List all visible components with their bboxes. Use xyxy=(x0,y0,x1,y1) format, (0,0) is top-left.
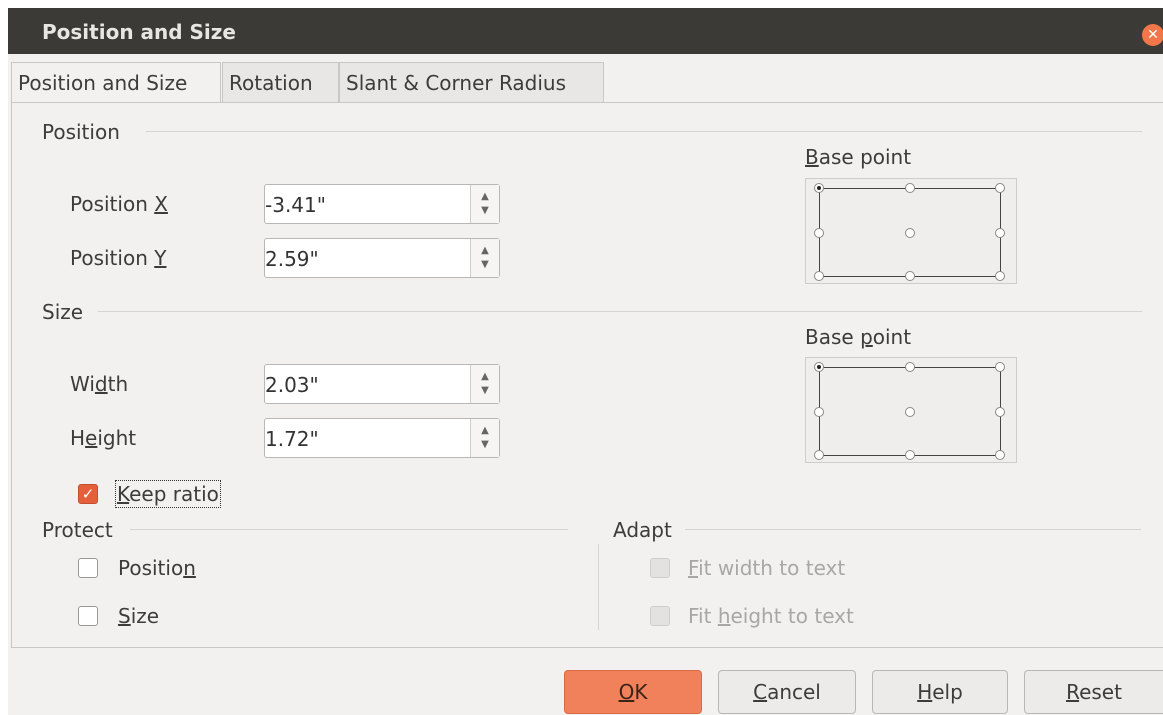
height-spinner[interactable]: 1.72" ▲ ▼ xyxy=(264,418,500,458)
protect-position-checkbox[interactable] xyxy=(78,558,98,578)
size-base-point-bottom-left[interactable] xyxy=(814,450,824,460)
base-point-bottom-center[interactable] xyxy=(905,271,915,281)
position-y-spinner[interactable]: 2.59" ▲ ▼ xyxy=(264,238,500,278)
base-point-bottom-left[interactable] xyxy=(814,271,824,281)
checkmark-icon: ✓ xyxy=(81,485,95,503)
position-base-point-label: Base point xyxy=(805,145,912,169)
reset-button[interactable]: Reset xyxy=(1024,670,1163,714)
base-point-middle-right[interactable] xyxy=(995,228,1005,238)
base-point-middle-left[interactable] xyxy=(814,228,824,238)
position-y-value: 2.59" xyxy=(265,247,319,271)
size-base-point-center[interactable] xyxy=(905,407,915,417)
chevron-down-icon: ▼ xyxy=(481,259,489,270)
help-button[interactable]: Help xyxy=(872,670,1008,714)
fit-height-label[interactable]: Fit height to text xyxy=(688,604,854,628)
position-x-stepper[interactable]: ▲ ▼ xyxy=(470,185,499,223)
fit-width-checkbox[interactable] xyxy=(650,558,670,578)
title-bar: Position and Size ✕ xyxy=(8,8,1163,54)
dialog-title: Position and Size xyxy=(42,20,236,44)
tab-rotation[interactable]: Rotation xyxy=(222,62,339,102)
chevron-up-icon: ▲ xyxy=(481,245,489,256)
height-value: 1.72" xyxy=(265,427,319,451)
size-base-point-grid[interactable] xyxy=(805,357,1017,463)
chevron-up-icon: ▲ xyxy=(481,371,489,382)
keep-ratio-label[interactable]: Keep ratio xyxy=(115,480,221,508)
base-point-top-center[interactable] xyxy=(905,183,915,193)
fit-width-label[interactable]: Fit width to text xyxy=(688,556,845,580)
height-label: Height xyxy=(70,426,137,450)
size-base-point-label: Base point xyxy=(805,325,912,349)
keep-ratio-checkbox[interactable]: ✓ xyxy=(78,484,98,504)
position-heading: Position xyxy=(42,120,120,144)
base-point-top-right[interactable] xyxy=(995,183,1005,193)
adapt-heading: Adapt xyxy=(613,518,672,542)
size-base-point-bottom-center[interactable] xyxy=(905,450,915,460)
protect-size-label[interactable]: Size xyxy=(118,604,159,628)
size-separator xyxy=(98,311,1142,312)
protect-position-label[interactable]: Position xyxy=(118,556,196,580)
width-stepper[interactable]: ▲ ▼ xyxy=(470,365,499,403)
size-heading: Size xyxy=(42,300,84,324)
size-base-point-top-center[interactable] xyxy=(905,362,915,372)
protect-adapt-divider xyxy=(598,544,599,630)
width-value: 2.03" xyxy=(265,373,319,397)
size-base-point-middle-left[interactable] xyxy=(814,407,824,417)
protect-separator xyxy=(130,529,568,530)
width-label: Width xyxy=(70,372,129,396)
tab-slant-corner-radius[interactable]: Slant & Corner Radius xyxy=(339,62,604,102)
size-base-point-top-right[interactable] xyxy=(995,362,1005,372)
tab-position-and-size[interactable]: Position and Size xyxy=(11,62,221,104)
size-base-point-top-left[interactable] xyxy=(814,362,824,372)
adapt-separator xyxy=(685,529,1141,530)
chevron-up-icon: ▲ xyxy=(481,191,489,202)
position-base-point-grid[interactable] xyxy=(805,178,1017,284)
ok-button[interactable]: OK xyxy=(564,670,702,714)
size-base-point-bottom-right[interactable] xyxy=(995,450,1005,460)
fit-height-checkbox[interactable] xyxy=(650,606,670,626)
position-x-spinner[interactable]: -3.41" ▲ ▼ xyxy=(264,184,500,224)
close-icon[interactable]: ✕ xyxy=(1142,24,1163,46)
base-point-top-left[interactable] xyxy=(814,183,824,193)
base-point-bottom-right[interactable] xyxy=(995,271,1005,281)
base-point-center[interactable] xyxy=(905,228,915,238)
position-x-label: Position X xyxy=(70,192,168,216)
position-separator xyxy=(146,131,1142,132)
position-y-stepper[interactable]: ▲ ▼ xyxy=(470,239,499,277)
protect-heading: Protect xyxy=(42,518,113,542)
chevron-down-icon: ▼ xyxy=(481,385,489,396)
width-spinner[interactable]: 2.03" ▲ ▼ xyxy=(264,364,500,404)
protect-size-checkbox[interactable] xyxy=(78,606,98,626)
chevron-down-icon: ▼ xyxy=(481,439,489,450)
position-y-label: Position Y xyxy=(70,246,167,270)
position-x-value: -3.41" xyxy=(265,193,326,217)
chevron-down-icon: ▼ xyxy=(481,205,489,216)
chevron-up-icon: ▲ xyxy=(481,425,489,436)
size-base-point-middle-right[interactable] xyxy=(995,407,1005,417)
cancel-button[interactable]: Cancel xyxy=(718,670,856,714)
height-stepper[interactable]: ▲ ▼ xyxy=(470,419,499,457)
